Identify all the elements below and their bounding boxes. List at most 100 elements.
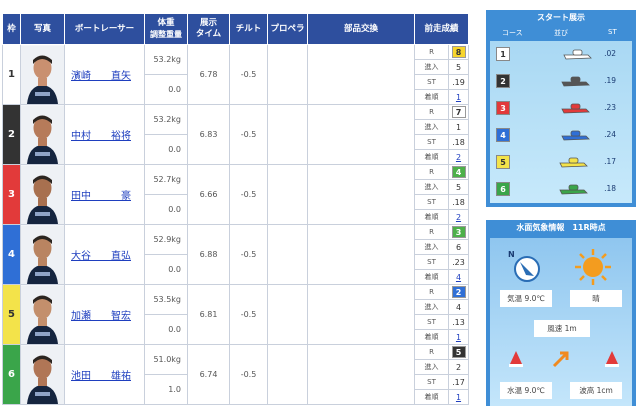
buoy-right-icon (605, 351, 619, 367)
record-chakujun[interactable]: 1 (447, 89, 470, 105)
header-racer: ボートレーサー (64, 13, 145, 45)
weight-value: 52.9kg (144, 224, 188, 255)
record-st: .23 (447, 254, 470, 270)
record-label: ST (414, 134, 449, 150)
racer-name[interactable]: 大谷 直弘 (64, 224, 145, 285)
record-st: .18 (447, 194, 470, 210)
record-st: .17 (447, 374, 470, 390)
header-parts: 部品交換 (307, 13, 415, 45)
racer-name-link[interactable]: 中村 裕将 (71, 131, 131, 142)
record-label: 進入 (414, 59, 449, 75)
adjust-weight-value: 0.0 (144, 134, 188, 165)
parts-cell (307, 44, 415, 105)
tenji-time: 6.88 (187, 224, 230, 285)
buoy-left-icon (509, 351, 523, 367)
record-label: ST (414, 254, 449, 270)
racer-row: 5 加瀬 智宏 53.5kg 6.81 -0.5 R 2 (2, 284, 470, 345)
racer-name[interactable]: 加瀬 智宏 (64, 284, 145, 345)
record-label: 着順 (414, 269, 449, 285)
boat-icon (561, 103, 590, 114)
record-label: 着順 (414, 329, 449, 345)
boat-icon (563, 49, 592, 60)
racer-name-link[interactable]: 田中 豪 (71, 191, 131, 202)
tilt-value: -0.5 (229, 44, 268, 105)
lane-st: .17 (604, 157, 616, 166)
record-shinnyu: 4 (447, 299, 470, 315)
start-lane: 3 .23 (490, 95, 632, 122)
weight-value: 52.7kg (144, 164, 188, 195)
tilt-value: -0.5 (229, 284, 268, 345)
parts-cell (307, 344, 415, 405)
air-temp-box: 気温 9.0℃ (500, 290, 552, 307)
sun-icon (575, 249, 611, 285)
racer-name-link[interactable]: 池田 雄祐 (71, 371, 131, 382)
start-lane: 2 .19 (490, 68, 632, 95)
parts-cell (307, 224, 415, 285)
parts-cell (307, 104, 415, 165)
record-label: ST (414, 314, 449, 330)
record-chakujun[interactable]: 2 (447, 209, 470, 225)
boat-icon (561, 130, 590, 141)
start-lane: 1 .02 (490, 41, 632, 68)
record-label: R (414, 44, 449, 60)
tenji-time: 6.78 (187, 44, 230, 105)
record-chakujun[interactable]: 2 (447, 149, 470, 165)
start-lane: 6 .18 (490, 176, 632, 203)
racer-photo (20, 44, 65, 105)
record-r: 7 (447, 104, 470, 120)
record-label: ST (414, 374, 449, 390)
parts-cell (307, 284, 415, 345)
tenji-time: 6.74 (187, 344, 230, 405)
racer-photo (20, 104, 65, 165)
racer-name[interactable]: 濱崎 直矢 (64, 44, 145, 105)
start-col-order: 並び (554, 29, 568, 37)
header-tenji: 展示 タイム (187, 13, 230, 45)
parts-cell (307, 164, 415, 225)
header-weight: 体重 調整重量 (144, 13, 188, 45)
racer-photo (20, 224, 65, 285)
record-shinnyu: 2 (447, 359, 470, 375)
start-display-panel: スタート展示 コース 並び ST 1 .02 2 .19 3 .23 4 .24… (486, 10, 636, 207)
waku-cell: 3 (2, 164, 21, 225)
lane-st: .23 (604, 103, 616, 112)
propeller-cell (267, 344, 308, 405)
record-chakujun[interactable]: 1 (447, 389, 470, 405)
adjust-weight-value: 1.0 (144, 374, 188, 405)
racer-photo (20, 344, 65, 405)
racer-name-link[interactable]: 加瀬 智宏 (71, 311, 131, 322)
header-propeller: プロペラ (267, 13, 308, 45)
weight-value: 51.0kg (144, 344, 188, 375)
lane-number: 6 (496, 182, 510, 196)
adjust-weight-value: 0.0 (144, 194, 188, 225)
boat-icon (561, 76, 590, 87)
racer-name-link[interactable]: 濱崎 直矢 (71, 71, 131, 82)
record-r: 2 (447, 284, 470, 300)
start-col-course: コース (502, 29, 523, 37)
record-shinnyu: 6 (447, 239, 470, 255)
record-chakujun[interactable]: 4 (447, 269, 470, 285)
lane-st: .18 (604, 184, 616, 193)
record-label: R (414, 164, 449, 180)
record-label: 進入 (414, 239, 449, 255)
lane-number: 5 (496, 155, 510, 169)
record-st: .19 (447, 74, 470, 90)
header-photo: 写真 (20, 13, 65, 45)
record-r: 5 (447, 344, 470, 360)
racer-name[interactable]: 中村 裕将 (64, 104, 145, 165)
waku-cell: 4 (2, 224, 21, 285)
record-label: ST (414, 194, 449, 210)
racer-name-link[interactable]: 大谷 直弘 (71, 251, 131, 262)
racer-photo (20, 284, 65, 345)
record-chakujun[interactable]: 1 (447, 329, 470, 345)
propeller-cell (267, 164, 308, 225)
racer-name[interactable]: 田中 豪 (64, 164, 145, 225)
weight-value: 53.2kg (144, 44, 188, 75)
racer-row: 3 田中 豪 52.7kg 6.66 -0.5 R 4 (2, 164, 470, 225)
tilt-value: -0.5 (229, 224, 268, 285)
racer-table: 枠 写真 ボートレーサー 体重 調整重量 展示 タイム チルト プロペラ 部品交換 … (2, 13, 470, 405)
boat-icon (559, 184, 588, 195)
propeller-cell (267, 224, 308, 285)
wave-height-box: 波高 1cm (570, 382, 622, 399)
racer-name[interactable]: 池田 雄祐 (64, 344, 145, 405)
record-label: R (414, 224, 449, 240)
